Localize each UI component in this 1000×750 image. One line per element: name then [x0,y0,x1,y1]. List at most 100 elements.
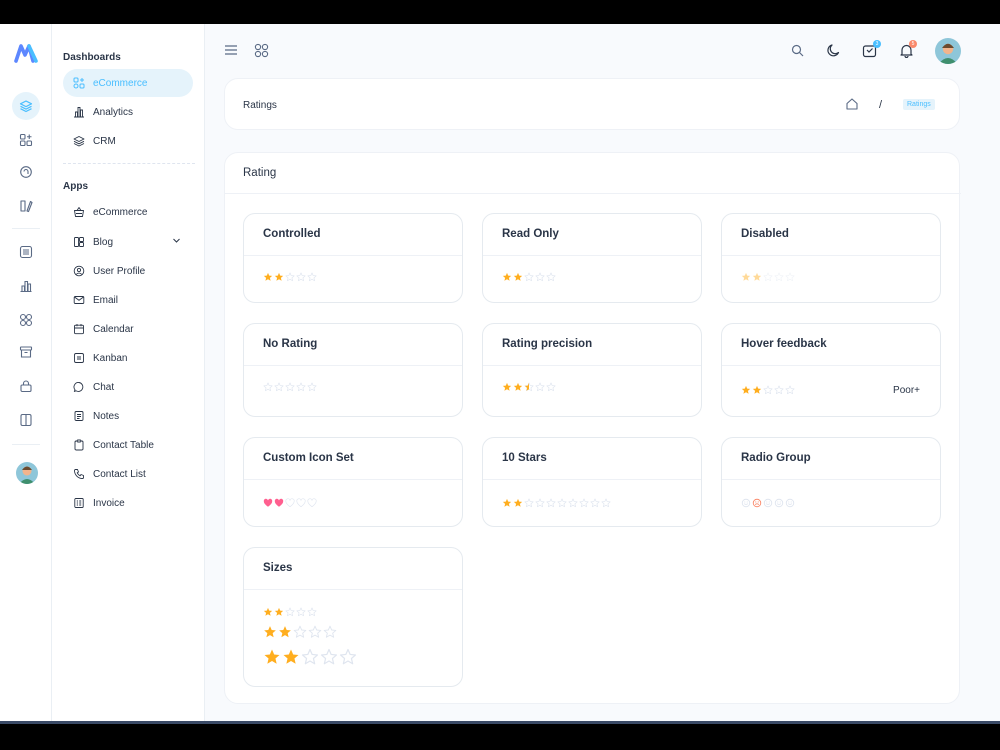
rail-charts-icon[interactable] [12,272,40,300]
rating-card-custom-icon-set: Custom Icon Set [243,437,463,527]
rating-size-medium[interactable] [263,625,338,639]
star-icon [513,498,523,507]
rail-docs-icon[interactable] [12,406,40,434]
sidebar-item-label: eCommerce [93,206,148,218]
star-icon [502,498,512,507]
user-avatar[interactable] [935,38,961,64]
rail-pages-icon[interactable] [12,158,40,186]
mail-icon [73,294,85,306]
star-icon [263,382,273,392]
sidebar-item-kanban[interactable]: Kanban [63,344,193,372]
star-icon [785,272,795,282]
star-icon [524,498,534,508]
face-icon [752,498,762,508]
rating-no-rating[interactable] [263,382,318,392]
heart-icon [296,498,306,508]
invoice-icon [73,497,85,509]
sidebar-item-label: CRM [93,135,116,147]
chart-bar-icon [73,106,85,118]
sidebar-item-ecommerce-dashboard[interactable]: eCommerce [63,69,193,97]
chevron-down-icon[interactable] [172,236,181,248]
star-icon [274,382,284,392]
face-icon [785,498,795,508]
rail-tables-icon[interactable] [12,238,40,266]
rating-size-small[interactable] [263,607,318,617]
star-icon [524,382,534,392]
star-icon [274,272,284,281]
sidebar-item-analytics[interactable]: Analytics [63,98,193,126]
moon-icon[interactable] [826,43,841,58]
rail-archive-icon[interactable] [12,338,40,366]
star-icon [274,607,284,616]
rail-apps-icon[interactable] [12,126,40,154]
star-icon [502,272,512,281]
star-icon [308,625,322,638]
rating-custom-icons[interactable] [263,498,318,508]
rating-card-controlled: Controlled [243,213,463,303]
breadcrumb: Ratings / Ratings [224,78,960,130]
rating-hover-feedback[interactable] [741,385,796,395]
star-icon [535,382,545,392]
rating-card-hover-feedback: Hover feedback Poor+ [721,323,941,417]
rating-card-no-rating: No Rating [243,323,463,417]
rating-title: Rating precision [502,338,593,350]
menu-icon[interactable] [224,44,238,56]
rating-card-10-stars: 10 Stars [482,437,702,527]
rail-widgets-icon[interactable] [12,306,40,334]
star-icon [320,648,338,665]
brand-logo-icon[interactable] [14,42,40,64]
rating-card-sizes: Sizes [243,547,463,687]
sidebar-item-invoice[interactable]: Invoice [63,489,193,517]
search-icon[interactable] [791,44,804,57]
home-icon[interactable] [845,97,859,116]
star-icon [285,382,295,392]
rail-avatar[interactable] [16,462,38,484]
rating-radio-group[interactable] [741,498,796,508]
rail-forms-icon[interactable] [12,192,40,220]
sidebar: Dashboards eCommerce Analytics CRM Apps … [52,24,205,721]
star-icon [568,498,578,508]
sidebar-item-user-profile[interactable]: User Profile [63,257,193,285]
star-icon [601,498,611,508]
star-icon [785,385,795,395]
clipboard-icon [73,439,85,451]
face-icon [774,498,784,508]
apps-grid-icon[interactable] [254,43,269,58]
rating-controlled[interactable] [263,272,318,282]
sidebar-item-calendar[interactable]: Calendar [63,315,193,343]
sidebar-item-blog[interactable]: Blog [63,228,193,256]
star-icon [301,648,319,665]
face-icon [741,498,751,508]
sidebar-item-contact-table[interactable]: Contact Table [63,431,193,459]
rating-size-large[interactable] [263,648,358,666]
sidebar-item-notes[interactable]: Notes [63,402,193,430]
rating-title: Radio Group [741,452,811,464]
icon-rail [0,24,52,721]
sidebar-heading-apps: Apps [63,181,88,192]
star-icon [546,382,556,392]
rating-title: 10 Stars [502,452,547,464]
star-icon [774,272,784,282]
sidebar-item-ecommerce-app[interactable]: eCommerce [63,198,193,226]
sidebar-item-chat[interactable]: Chat [63,373,193,401]
star-icon [285,272,295,282]
rating-card-precision: Rating precision [482,323,702,417]
sidebar-item-label: eCommerce [93,77,148,89]
sidebar-item-crm[interactable]: CRM [63,127,193,155]
sidebar-heading-dashboards: Dashboards [63,52,121,63]
rail-dashboards-icon[interactable] [12,92,40,120]
sidebar-item-contact-list[interactable]: Contact List [63,460,193,488]
layout-icon [73,236,85,248]
star-icon [323,625,337,638]
star-icon [546,498,556,508]
rating-10-stars[interactable] [502,498,612,508]
sidebar-item-email[interactable]: Email [63,286,193,314]
sidebar-item-label: Email [93,294,119,306]
rail-lock-icon[interactable] [12,372,40,400]
star-icon [502,382,512,391]
star-icon [774,385,784,395]
heart-icon [285,498,295,508]
star-icon [263,272,273,281]
kanban-icon [73,352,85,364]
rating-precision[interactable] [502,382,557,392]
